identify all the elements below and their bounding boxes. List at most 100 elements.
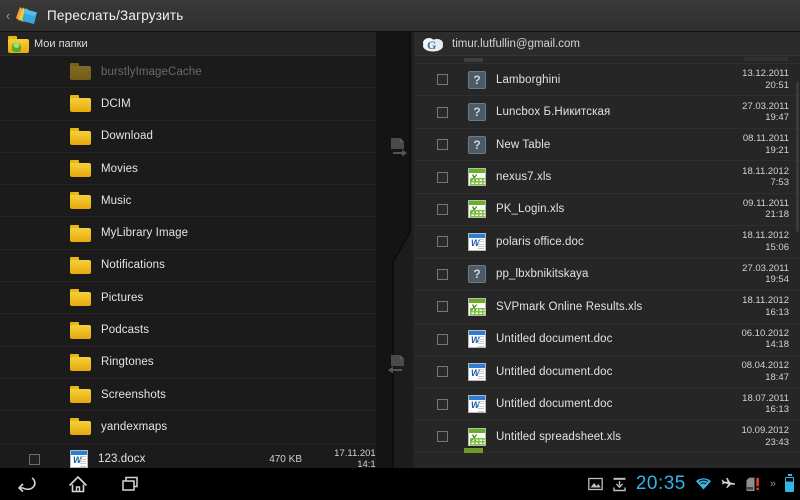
- table-row[interactable]: Screenshots: [0, 379, 392, 412]
- system-status-icons: 20:35 »: [587, 468, 794, 500]
- google-scrollbar[interactable]: [796, 82, 799, 232]
- unknown-file-icon: ?: [468, 103, 486, 122]
- row-checkbox[interactable]: [437, 268, 448, 280]
- table-row[interactable]: ? pp_lbxbnikitskaya 27.03.2011 19:54: [414, 259, 800, 292]
- row-filename: Untitled document.doc: [496, 365, 613, 378]
- row-filename: Ringtones: [101, 356, 154, 369]
- table-row[interactable]: W Untitled document.doc 18.07.2011 16:13: [414, 388, 800, 421]
- table-row[interactable]: W 123.docx 470 KB 17.11.2012 14:10: [0, 444, 392, 468]
- word-document-icon: W: [468, 362, 486, 381]
- battery-icon[interactable]: [785, 474, 794, 492]
- table-row[interactable]: Download: [0, 121, 392, 153]
- table-row[interactable]: W Untitled document.doc 06.10.2012 14:18: [414, 324, 800, 356]
- google-account-label: timur.lutfullin@gmail.com: [452, 37, 580, 50]
- table-row[interactable]: yandexmaps: [0, 411, 392, 444]
- table-row[interactable]: W Untitled document.doc 08.04.2012 18:47: [414, 356, 800, 389]
- title-bar: ‹ Переслать/Загрузить: [0, 0, 800, 32]
- table-row[interactable]: Xnexus7.xls 18.11.20127:53: [414, 161, 800, 194]
- table-row[interactable]: Podcasts: [0, 314, 392, 347]
- svg-text:G: G: [427, 38, 436, 52]
- row-date-day: 18.07.2011: [742, 392, 789, 404]
- row-date-day: 18.11.2012: [742, 165, 789, 177]
- row-date-day: 08.11.2011: [742, 133, 789, 145]
- table-row[interactable]: Music: [0, 185, 392, 218]
- table-row[interactable]: Ringtones: [0, 347, 392, 379]
- row-checkbox[interactable]: [437, 398, 448, 410]
- nav-home-icon[interactable]: [52, 468, 104, 500]
- table-row[interactable]: Wpolaris office.doc 18.11.2012 15:06: [414, 226, 800, 259]
- row-checkbox[interactable]: [437, 366, 448, 378]
- folder-icon: [70, 386, 91, 404]
- row-checkbox[interactable]: [437, 74, 448, 86]
- row-filename: burstlyImageCache: [101, 65, 202, 78]
- more-notifications-chevron[interactable]: »: [770, 478, 776, 490]
- google-file-list: ? Lamborghini 13.12.2011 20:51? Luncbox Б.Ни…: [414, 56, 800, 454]
- row-date: 06.10.2012 14:18: [726, 328, 800, 351]
- row-date-day: 17.11.2012: [334, 447, 381, 459]
- row-filename: pp_lbxbnikitskaya: [496, 268, 589, 281]
- airplane-mode-icon[interactable]: [721, 477, 736, 491]
- row-checkbox[interactable]: [437, 431, 448, 443]
- unknown-file-icon: ?: [468, 135, 486, 154]
- unknown-file-icon: ?: [468, 265, 486, 284]
- status-clock[interactable]: 20:35: [636, 473, 686, 495]
- row-filename: Movies: [101, 162, 139, 175]
- row-checkbox[interactable]: [437, 139, 448, 151]
- screenshot-icon[interactable]: [587, 477, 603, 491]
- row-checkbox[interactable]: [437, 203, 448, 215]
- back-chevron-icon[interactable]: ‹: [0, 0, 14, 32]
- table-row[interactable]: DCIM: [0, 88, 392, 121]
- row-filename: Screenshots: [101, 388, 167, 401]
- panel-divider: [376, 32, 418, 468]
- excel-spreadsheet-icon: X: [468, 427, 486, 446]
- row-filename: Podcasts: [101, 324, 150, 337]
- row-date-day: 27.03.2011: [742, 262, 789, 274]
- local-panel-header[interactable]: Мои папки: [0, 32, 392, 152]
- row-checkbox[interactable]: [437, 236, 448, 248]
- table-row[interactable]: X SVPmark Online Results.xls 18.11.201216:…: [414, 291, 800, 324]
- wifi-icon[interactable]: [695, 477, 712, 491]
- table-row[interactable]: MyLibrary Image: [0, 217, 392, 250]
- row-date-time: 18:47: [765, 371, 789, 383]
- folder-icon: [70, 160, 91, 178]
- nav-back-icon[interactable]: [0, 468, 52, 500]
- table-row[interactable]: Movies: [0, 153, 392, 186]
- sdcard-alert-icon[interactable]: [745, 477, 761, 492]
- row-date: 18.07.2011 16:13: [726, 393, 800, 416]
- row-checkbox[interactable]: [437, 106, 448, 118]
- row-date-time: 21:18: [765, 209, 789, 221]
- table-row[interactable]: ? Lamborghini 13.12.2011 20:51: [414, 64, 800, 97]
- row-filename: Download: [101, 130, 153, 143]
- row-date-day: 27.03.2011: [742, 100, 789, 112]
- row-date: 09.11.2011 21:18: [726, 198, 800, 221]
- app-logo-icon: [13, 4, 39, 28]
- download-icon[interactable]: [612, 477, 627, 492]
- transfer-to-left-icon[interactable]: [387, 354, 407, 376]
- word-document-icon: W: [70, 450, 88, 468]
- table-row[interactable]: Notifications: [0, 250, 392, 283]
- row-date-time: 14:10: [357, 459, 381, 468]
- table-row[interactable]: burstlyImageCache: [0, 56, 392, 89]
- table-row[interactable]: Pictures: [0, 282, 392, 315]
- table-row[interactable]: ? Luncbox Б.Никитская 27.03.2011 19:47: [414, 96, 800, 129]
- row-filename: Lamborghini: [496, 73, 561, 86]
- google-docs-cloud-icon: G: [422, 36, 444, 52]
- folder-icon: [70, 256, 91, 274]
- user-folder-icon: [8, 35, 29, 53]
- row-date-time: 23:43: [765, 436, 789, 448]
- transfer-to-right-icon[interactable]: [389, 137, 409, 159]
- row-filename: New Table: [496, 138, 551, 151]
- row-date-day: 06.10.2012: [741, 327, 789, 339]
- row-checkbox[interactable]: [437, 333, 448, 345]
- row-checkbox[interactable]: [437, 301, 448, 313]
- row-filename: DCIM: [101, 97, 131, 110]
- table-row[interactable]: X PK_Login.xls 09.11.201121:18: [414, 194, 800, 227]
- row-checkbox[interactable]: [437, 171, 448, 183]
- nav-recents-icon[interactable]: [104, 468, 156, 500]
- google-panel-header[interactable]: G timur.lutfullin@gmail.com: [414, 32, 800, 56]
- row-filename: Music: [101, 194, 132, 207]
- row-date: 08.04.2012 18:47: [726, 360, 800, 383]
- row-checkbox[interactable]: [29, 453, 40, 465]
- table-row[interactable]: ? New Table 08.11.2011 19:21: [414, 129, 800, 162]
- row-date-time: 19:47: [765, 112, 789, 124]
